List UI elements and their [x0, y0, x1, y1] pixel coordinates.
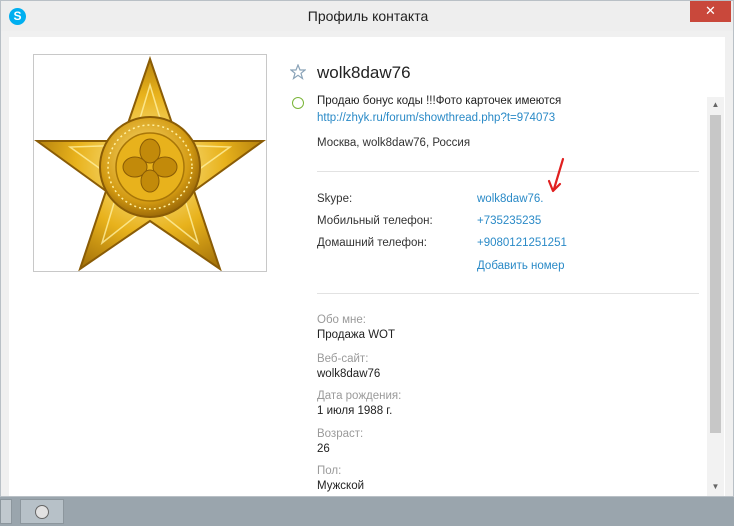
annotation-arrow-icon: [547, 157, 565, 193]
contact-profile-window: S Профиль контакта ✕ wolk8daw76 Продаю б…: [0, 0, 734, 497]
gold-star-avatar-image: [33, 55, 267, 272]
mobile-phone-link[interactable]: +735235235: [477, 215, 541, 227]
age-label: Возраст:: [317, 428, 364, 440]
app-taskbar-icon: [35, 505, 49, 519]
scroll-down-icon[interactable]: ▼: [707, 479, 724, 495]
taskbar: [0, 497, 734, 526]
website-value: wolk8daw76: [317, 368, 381, 380]
home-phone-label: Домашний телефон:: [317, 237, 427, 249]
online-status-icon: [292, 97, 304, 109]
star-outline-icon[interactable]: [290, 64, 306, 80]
section-divider: [317, 293, 699, 294]
location-text: Москва, wolk8daw76, Россия: [317, 137, 471, 149]
skype-name-link[interactable]: wolk8daw76.: [477, 193, 543, 205]
contact-display-name: wolk8daw76: [317, 63, 411, 82]
about-label: Обо мне:: [317, 314, 366, 326]
window-title: Профиль контакта: [307, 8, 429, 24]
scroll-thumb[interactable]: [710, 115, 721, 433]
section-divider: [317, 171, 699, 172]
about-value: Продажа WOT: [317, 329, 396, 341]
mobile-phone-label: Мобильный телефон:: [317, 215, 433, 227]
home-phone-link[interactable]: +9080121251251: [477, 237, 567, 249]
gender-label: Пол:: [317, 465, 342, 477]
mood-message: Продаю бонус коды !!!Фото карточек имеют…: [317, 95, 562, 107]
close-button[interactable]: ✕: [690, 1, 731, 22]
age-value: 26: [317, 443, 330, 455]
birthdate-value: 1 июля 1988 г.: [317, 405, 393, 417]
title-bar: S Профиль контакта ✕: [1, 1, 733, 31]
skype-label: Skype:: [317, 193, 353, 205]
taskbar-app-button[interactable]: [20, 499, 64, 524]
contact-avatar: [33, 54, 267, 272]
vertical-scrollbar[interactable]: ▲ ▼: [707, 97, 724, 496]
birthdate-label: Дата рождения:: [317, 390, 402, 402]
taskbar-edge: [0, 499, 12, 524]
website-label: Веб-сайт:: [317, 353, 369, 365]
profile-content: wolk8daw76 Продаю бонус коды !!!Фото кар…: [9, 37, 725, 496]
gender-value: Мужской: [317, 480, 365, 492]
scroll-up-icon[interactable]: ▲: [707, 97, 724, 113]
mood-link[interactable]: http://zhyk.ru/forum/showthread.php?t=97…: [317, 112, 555, 124]
add-number-link[interactable]: Добавить номер: [477, 260, 564, 272]
